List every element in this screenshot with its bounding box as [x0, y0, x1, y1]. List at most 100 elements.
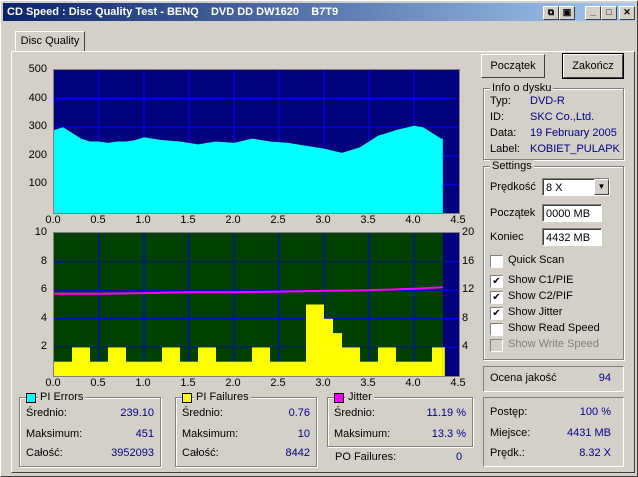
x-tick-label: 3.0 [315, 377, 331, 389]
x-tick-label: 1.5 [180, 214, 196, 226]
minimize-icon[interactable]: _ [585, 6, 601, 20]
jitter-group: Jitter Średnio: 11.19 % Maksimum: 13.3 % [327, 391, 473, 447]
show-write-checkbox [490, 339, 503, 352]
x-tick-label: 1.5 [180, 377, 196, 389]
pi-failures-bar [288, 361, 306, 376]
pi-failures-bar [162, 347, 180, 376]
start-field[interactable]: 0000 MB [542, 204, 602, 222]
y-tick-label-left: 6 [40, 283, 47, 296]
label-value: KOBIET_PULAPKA [530, 143, 620, 155]
y-tick-label: 200 [28, 148, 47, 161]
show-jitter-label: Show Jitter [508, 306, 563, 318]
x-tick-label: 4.0 [405, 377, 421, 389]
show-c1-label: Show C1/PIE [508, 274, 574, 286]
y-tick-label: 400 [28, 91, 47, 104]
pi-errors-title: PI Errors [38, 391, 86, 403]
position-value: 4431 MB [566, 427, 611, 439]
show-c2-checkbox[interactable]: ✔ [490, 291, 503, 304]
y-tick-label: 100 [28, 177, 47, 190]
y-tick-label-right: 4 [462, 340, 469, 353]
show-read-label: Show Read Speed [508, 322, 600, 334]
x-tick-label: 1.0 [135, 214, 151, 226]
chevron-down-icon[interactable]: ▼ [594, 179, 609, 195]
pie-avg-label: Średnio: [26, 407, 67, 419]
pi-failures-bar [333, 333, 342, 376]
app-window: CD Speed : Disc Quality Test - BENQ DVD … [0, 0, 638, 477]
stop-button[interactable]: Zakończ [562, 53, 624, 79]
pie-total-value: 3952093 [111, 447, 154, 459]
position-label: Miejsce: [490, 427, 531, 439]
pif-max-value: 10 [297, 428, 310, 440]
speed-select[interactable]: 8 X ▼ [542, 178, 610, 196]
pi-failures-bar [198, 347, 216, 376]
pi-failures-bar [72, 347, 90, 376]
date-value: 19 February 2005 [530, 127, 617, 139]
close-icon[interactable]: ✕ [619, 6, 635, 20]
y-tick-label-right: 12 [462, 283, 475, 296]
y-tick-label-right: 20 [462, 226, 475, 238]
pi-failures-bar [315, 304, 324, 376]
speed-select-value: 8 X [546, 182, 563, 194]
jitter-title: Jitter [346, 391, 374, 403]
pi-failures-jitter-chart [53, 232, 460, 377]
x-tick-label: 4.0 [405, 214, 421, 226]
jitter-legend-swatch [334, 393, 344, 403]
x-tick-label: 0.0 [45, 214, 61, 226]
jitter-max-label: Maksimum: [334, 428, 391, 440]
pi-failures-bar [360, 361, 378, 376]
title-bar[interactable]: CD Speed : Disc Quality Test - BENQ DVD … [3, 3, 635, 21]
x-tick-label: 4.5 [450, 214, 466, 226]
save-icon[interactable]: ▣ [559, 6, 575, 20]
pi-failures-bar [432, 347, 443, 376]
pi-failures-bar [144, 361, 162, 376]
end-field[interactable]: 4432 MB [542, 228, 602, 246]
progress-value: 100 % [579, 406, 611, 418]
progress-box: Postęp: 100 % Miejsce: 4431 MB Prędk.: 8… [483, 397, 624, 467]
quick-scan-label: Quick Scan [508, 254, 565, 266]
quick-scan-checkbox[interactable] [490, 255, 503, 268]
pie-avg-value: 239.10 [120, 407, 154, 419]
y-tick-label-left: 10 [34, 226, 47, 238]
y-tick-label: 300 [28, 120, 47, 133]
pif-total-label: Całość: [182, 447, 219, 459]
type-label: Typ: [490, 95, 511, 107]
type-value: DVD-R [530, 95, 565, 107]
tab-disc-quality[interactable]: Disc Quality [15, 31, 85, 52]
po-failures-label: PO Failures: [335, 451, 397, 463]
show-c2-label: Show C2/PIF [508, 290, 573, 302]
pi-failures-bar [342, 347, 360, 376]
disc-info-group: Info o dysku Typ: DVD-R ID: SKC Co.,Ltd.… [483, 82, 624, 160]
pif-avg-value: 0.76 [288, 407, 310, 419]
show-jitter-checkbox[interactable]: ✔ [490, 307, 503, 320]
show-read-checkbox[interactable] [490, 323, 503, 336]
pi-failures-bar [108, 347, 126, 376]
pi-failures-bar [126, 361, 144, 376]
maximize-icon[interactable]: □ [601, 6, 617, 20]
x-tick-label: 3.0 [315, 214, 331, 226]
y-tick-label-left: 8 [40, 254, 47, 267]
x-tick-label: 3.5 [360, 214, 376, 226]
pi-failures-bar [324, 318, 333, 376]
pi-failures-group: PI Failures Średnio: 0.76 Maksimum: 10 C… [175, 391, 317, 467]
quality-value: 94 [598, 372, 611, 384]
y-tick-label-right: 8 [462, 311, 469, 324]
copy-icon[interactable]: ⧉ [543, 6, 559, 20]
pi-failures-bar [180, 361, 198, 376]
x-tick-label: 2.0 [225, 214, 241, 226]
settings-group: Settings Prędkość 8 X ▼ Początek 0000 MB… [483, 160, 624, 360]
pi-errors-area [54, 125, 443, 213]
quality-box: Ocena jakość 94 [483, 366, 624, 392]
pie-total-label: Całość: [26, 447, 63, 459]
x-tick-label: 0.5 [90, 214, 106, 226]
pi-failures-bar [414, 361, 432, 376]
x-tick-label: 2.5 [270, 377, 286, 389]
pi-failures-bar [234, 361, 252, 376]
pi-failures-bar [442, 347, 445, 376]
pie-max-value: 451 [135, 428, 154, 440]
x-tick-label: 2.0 [225, 377, 241, 389]
y-tick-label-left: 2 [40, 340, 47, 353]
y-tick-label-left: 4 [40, 311, 47, 324]
date-label: Data: [490, 127, 517, 139]
start-button[interactable]: Początek [481, 54, 545, 78]
show-c1-checkbox[interactable]: ✔ [490, 275, 503, 288]
